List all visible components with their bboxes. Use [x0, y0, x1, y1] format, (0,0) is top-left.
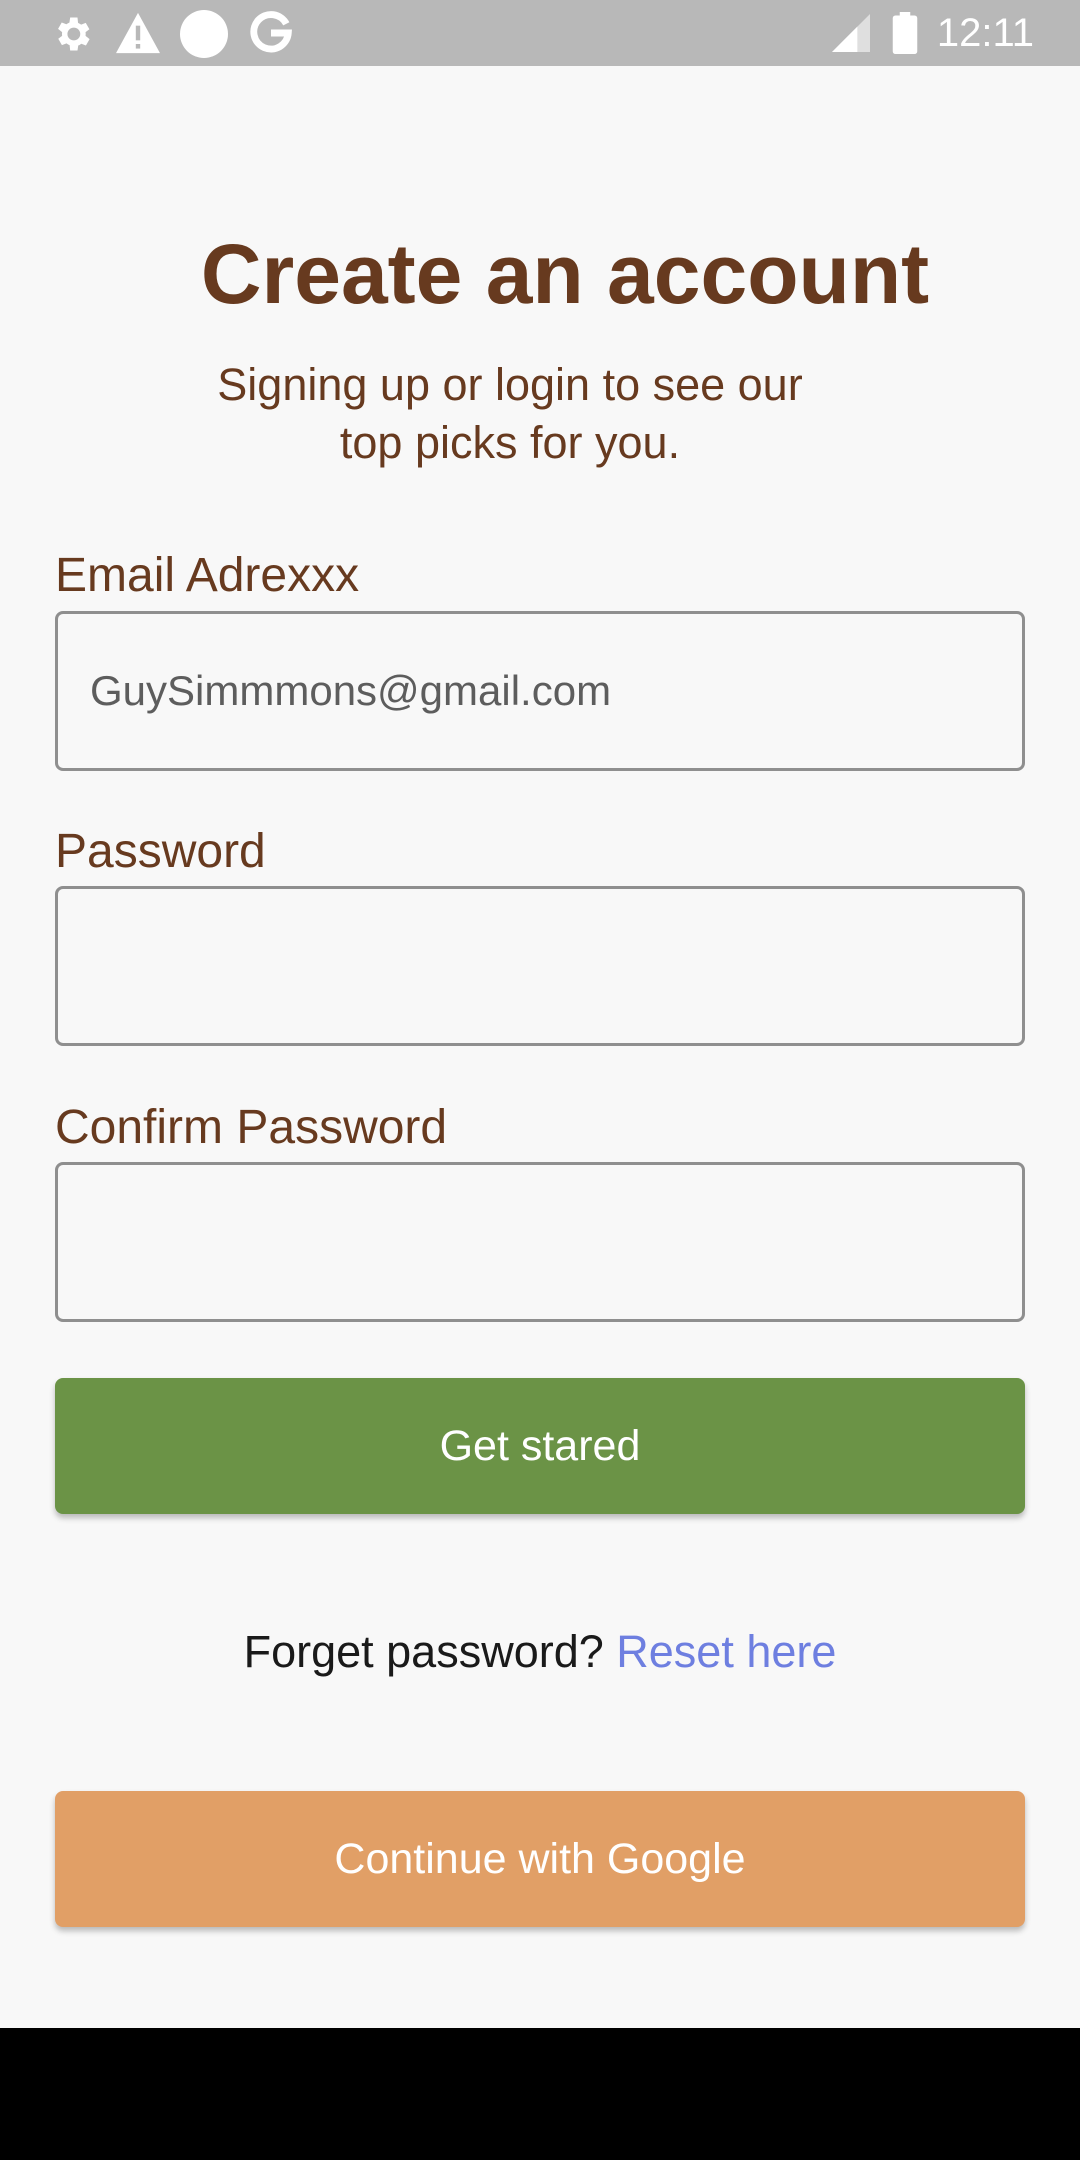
get-started-button[interactable]: Get stared — [55, 1378, 1025, 1514]
warning-icon — [116, 12, 160, 54]
circle-icon — [180, 10, 228, 58]
forgot-password-row: Forget password? Reset here — [0, 1624, 1080, 1680]
page-subtitle: Signing up or login to see our top picks… — [217, 359, 803, 468]
google-g-icon — [250, 11, 292, 53]
password-field[interactable] — [55, 886, 1025, 1046]
battery-icon — [892, 12, 918, 54]
signup-screen: Create an account Signing up or login to… — [0, 66, 1080, 2028]
email-label: Email Adrexxx — [55, 549, 360, 602]
navigation-bar — [0, 2028, 1080, 2160]
gear-icon — [58, 17, 90, 51]
status-bar: 12:11 — [0, 0, 1080, 66]
forgot-password-text: Forget password? — [243, 1626, 604, 1677]
confirm-password-label: Confirm Password — [55, 1101, 448, 1154]
continue-with-google-button[interactable]: Continue with Google — [55, 1791, 1025, 1927]
status-time: 12:11 — [936, 11, 1034, 55]
password-label: Password — [55, 825, 266, 878]
email-field-value: GuySimmmons@gmail.com — [90, 667, 612, 714]
signal-icon — [832, 14, 870, 52]
confirm-password-field[interactable] — [55, 1162, 1025, 1322]
email-field[interactable]: GuySimmmons@gmail.com — [55, 611, 1025, 771]
page-title: Create an account — [200, 227, 930, 321]
reset-password-link[interactable]: Reset here — [616, 1626, 836, 1677]
